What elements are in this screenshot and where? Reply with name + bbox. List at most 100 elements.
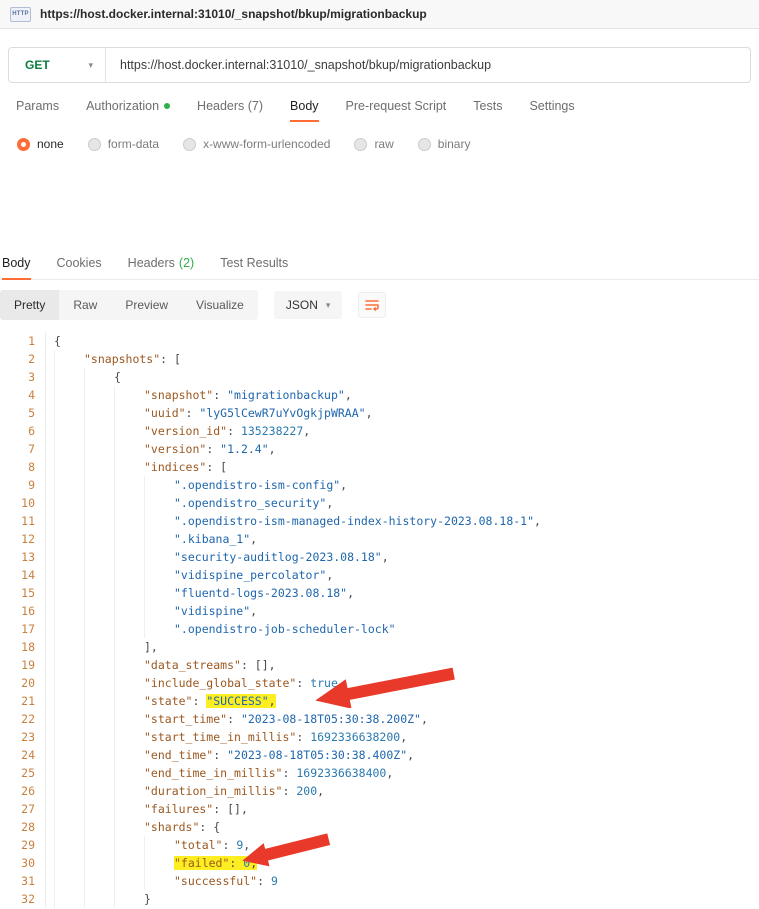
tab-label: Settings xyxy=(529,99,574,113)
indent-guide xyxy=(84,422,114,440)
radio-icon xyxy=(418,138,431,151)
body-mode-raw[interactable]: raw xyxy=(354,137,393,151)
body-mode-binary[interactable]: binary xyxy=(418,137,471,151)
response-tab-cookies[interactable]: Cookies xyxy=(57,250,102,280)
indent-guide xyxy=(84,710,114,728)
code-token: , xyxy=(366,406,373,420)
view-tab-preview[interactable]: Preview xyxy=(111,290,182,320)
tab-label: Tests xyxy=(473,99,502,113)
request-tab-body[interactable]: Body xyxy=(290,99,319,122)
code-line: 24"end_time": "2023-08-18T05:30:38.400Z"… xyxy=(0,746,759,764)
response-tab-headers[interactable]: Headers(2) xyxy=(128,250,195,280)
line-content: ".opendistro_security", xyxy=(46,494,333,512)
indent-guide xyxy=(114,800,144,818)
code-token: : xyxy=(206,442,220,456)
code-line: 7"version": "1.2.4", xyxy=(0,440,759,458)
indent-guide xyxy=(114,890,144,908)
radio-icon xyxy=(88,138,101,151)
headers-count-badge: (2) xyxy=(179,256,194,270)
indent-guide xyxy=(84,782,114,800)
request-tab-settings[interactable]: Settings xyxy=(529,99,574,122)
indent-guide xyxy=(114,422,144,440)
url-input[interactable]: https://host.docker.internal:31010/_snap… xyxy=(106,48,491,82)
view-tab-visualize[interactable]: Visualize xyxy=(182,290,258,320)
code-token: : xyxy=(296,730,310,744)
request-tab-headers-7[interactable]: Headers (7) xyxy=(197,99,263,122)
radio-icon xyxy=(17,138,30,151)
line-content: "vidispine", xyxy=(46,602,257,620)
response-tab-test-results[interactable]: Test Results xyxy=(220,250,288,280)
code-token: "successful" xyxy=(174,874,257,888)
body-mode-x-www-form-urlencoded[interactable]: x-www-form-urlencoded xyxy=(183,137,330,151)
tab-label: Body xyxy=(2,256,31,270)
indent-guide xyxy=(114,836,144,854)
indent-guide xyxy=(114,584,144,602)
indent-guide xyxy=(114,782,144,800)
indent-guide xyxy=(54,422,84,440)
body-mode-options: none form-data x-www-form-urlencoded raw bin… xyxy=(17,137,759,151)
view-tab-raw[interactable]: Raw xyxy=(59,290,111,320)
code-token: , xyxy=(421,712,428,726)
line-number: 7 xyxy=(0,440,46,458)
line-content: "include_global_state": true, xyxy=(46,674,345,692)
indent-guide xyxy=(114,620,144,638)
response-tab-body[interactable]: Body xyxy=(2,250,31,280)
code-token: , xyxy=(269,694,276,708)
indent-guide xyxy=(144,530,174,548)
request-tab-authorization[interactable]: Authorization xyxy=(86,99,170,122)
code-line: 25"end_time_in_millis": 1692336638400, xyxy=(0,764,759,782)
indent-guide xyxy=(144,476,174,494)
method-selector[interactable]: GET ▾ xyxy=(9,48,106,82)
wrap-lines-button[interactable] xyxy=(358,292,386,318)
indent-guide xyxy=(144,854,174,872)
code-line: 10".opendistro_security", xyxy=(0,494,759,512)
line-content: "failures": [], xyxy=(46,800,248,818)
indent-guide xyxy=(84,854,114,872)
indent-guide xyxy=(114,764,144,782)
code-line: 27"failures": [], xyxy=(0,800,759,818)
wrap-lines-icon xyxy=(364,297,380,313)
line-number: 31 xyxy=(0,872,46,890)
indent-guide xyxy=(84,746,114,764)
indent-guide xyxy=(54,710,84,728)
line-number: 27 xyxy=(0,800,46,818)
code-token: , xyxy=(340,478,347,492)
indent-guide xyxy=(144,512,174,530)
line-content: "fluentd-logs-2023.08.18", xyxy=(46,584,354,602)
line-content: ".opendistro-ism-config", xyxy=(46,476,347,494)
code-line: 32} xyxy=(0,890,759,908)
indent-guide xyxy=(54,494,84,512)
indent-guide xyxy=(84,404,114,422)
indent-guide xyxy=(144,836,174,854)
code-token: "failures" xyxy=(144,802,213,816)
line-content: "start_time_in_millis": 1692336638200, xyxy=(46,728,407,746)
line-content: "state": "SUCCESS", xyxy=(46,692,276,710)
view-tab-pretty[interactable]: Pretty xyxy=(0,290,59,320)
request-tab-params[interactable]: Params xyxy=(16,99,59,122)
indent-guide xyxy=(84,692,114,710)
mode-label: raw xyxy=(374,137,393,151)
indent-guide xyxy=(54,692,84,710)
body-mode-none[interactable]: none xyxy=(17,137,64,151)
indent-guide xyxy=(54,440,84,458)
format-dropdown[interactable]: JSON ▾ xyxy=(274,291,343,319)
request-tab-pre-request-script[interactable]: Pre-request Script xyxy=(346,99,447,122)
response-body-viewer[interactable]: 1{2"snapshots": [3{4"snapshot": "migrati… xyxy=(0,332,759,908)
code-line: 29"total": 9, xyxy=(0,836,759,854)
body-mode-form-data[interactable]: form-data xyxy=(88,137,159,151)
indent-guide xyxy=(84,476,114,494)
request-tab-tests[interactable]: Tests xyxy=(473,99,502,122)
code-line: 16"vidispine", xyxy=(0,602,759,620)
chevron-down-icon: ▾ xyxy=(88,61,93,70)
code-token: : xyxy=(222,838,236,852)
code-token: "include_global_state" xyxy=(144,676,296,690)
code-token: , xyxy=(326,568,333,582)
code-token: , xyxy=(382,550,389,564)
code-token: , xyxy=(317,784,324,798)
line-content: } xyxy=(46,890,151,908)
line-content: "end_time_in_millis": 1692336638400, xyxy=(46,764,393,782)
code-line: 9".opendistro-ism-config", xyxy=(0,476,759,494)
code-token: : [], xyxy=(213,802,248,816)
code-token: ".opendistro-ism-managed-index-history-2… xyxy=(174,514,534,528)
indent-guide xyxy=(144,494,174,512)
